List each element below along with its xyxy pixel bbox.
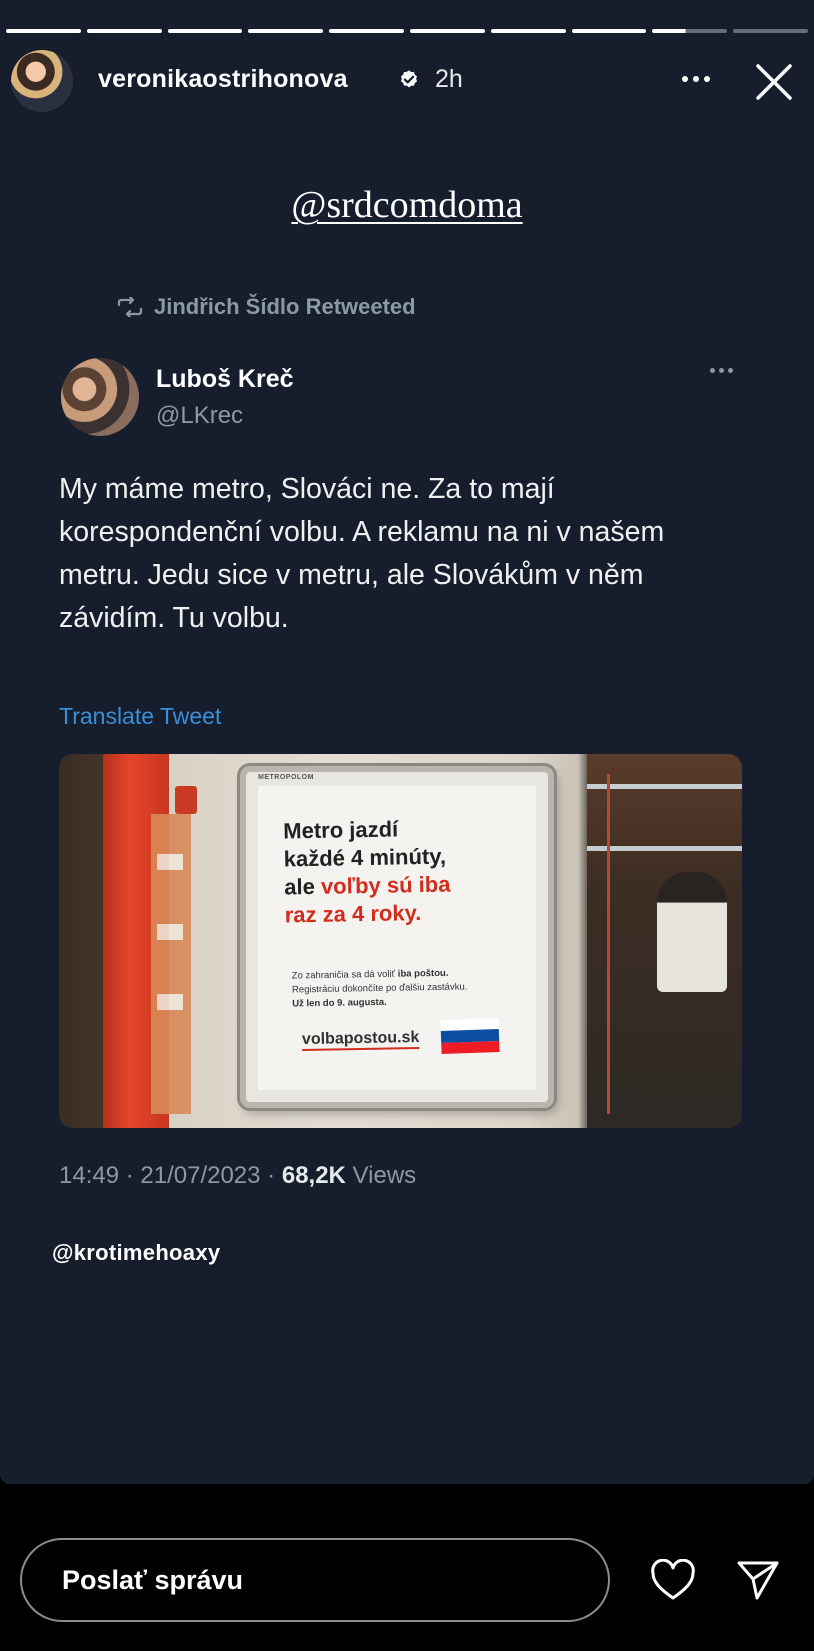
ad-subtext: Zo zahraničia sa dá voliť iba poštou. Re… — [291, 967, 468, 1010]
more-icon[interactable] — [676, 61, 716, 97]
progress-segment — [6, 29, 81, 33]
reply-bar: Poslať správu — [0, 1484, 814, 1651]
tweet-more-icon — [710, 360, 733, 380]
progress-segment — [409, 29, 485, 33]
send-icon[interactable] — [735, 1558, 781, 1602]
verified-badge-icon — [401, 70, 417, 88]
views-label: Views — [345, 1162, 417, 1189]
progress-segment — [652, 29, 728, 33]
close-icon[interactable] — [752, 60, 796, 104]
progress-segment — [571, 29, 647, 33]
progress-segment — [248, 29, 324, 33]
tweet-author-name: Luboš Kreč — [156, 365, 294, 393]
retweet-line: Jindřich Šídlo Retweeted — [116, 290, 416, 324]
tweet-screenshot: Jindřich Šídlo Retweeted Luboš Kreč @LKr… — [58, 290, 758, 1200]
tweet-meta: 14:49 · 21/07/2023 · 68,2K Views — [59, 1162, 416, 1190]
progress-segment — [329, 29, 404, 33]
alarm-button — [175, 786, 197, 814]
story-header: veronikaostrihonova 2h — [0, 45, 814, 117]
tweet-author-handle: @LKrec — [156, 402, 244, 429]
metro-panel — [151, 814, 191, 1114]
ad-headline: Metro jazdí každé 4 minúty, ale voľby sú… — [283, 816, 451, 928]
progress-segment — [733, 29, 808, 33]
metro-window — [587, 754, 742, 1128]
progress-segment — [490, 29, 566, 33]
translate-tweet-link: Translate Tweet — [59, 703, 222, 729]
story-card[interactable]: veronikaostrihonova 2h @srdcomdoma Jindř… — [0, 0, 814, 1484]
message-input[interactable]: Poslať správu — [20, 1538, 610, 1622]
progress-segment — [86, 29, 162, 33]
post-time: 2h — [435, 65, 463, 93]
slovak-flag-icon — [440, 1017, 500, 1054]
frame-tag: METROPOLOM — [258, 774, 314, 781]
retweet-icon — [117, 297, 143, 317]
tweet-photo: METROPOLOM Metro jazdí každé 4 minúty, a… — [59, 754, 742, 1128]
tweet-author-avatar — [61, 358, 139, 436]
mention-sticker-bottom[interactable]: @krotimehoaxy — [52, 1240, 220, 1266]
progress-segment — [167, 29, 243, 33]
tweet-text: My máme metro, Slováci ne. Za to mají ko… — [59, 473, 665, 634]
views-count: 68,2K — [281, 1162, 346, 1189]
story-progress — [6, 29, 808, 33]
tweet-timestamp: 14:49 · 21/07/2023 · — [59, 1162, 282, 1189]
retweeted-by: Jindřich Šídlo Retweeted — [154, 294, 416, 319]
ad-url: volbapostou.sk — [301, 1028, 420, 1052]
mention-sticker-top[interactable]: @srdcomdoma — [0, 183, 814, 227]
heart-icon[interactable] — [650, 1559, 696, 1601]
mention-text[interactable]: @srdcomdoma — [291, 184, 522, 226]
username[interactable]: veronikaostrihonova — [98, 65, 348, 94]
ad-frame: METROPOLOM Metro jazdí každé 4 minúty, a… — [240, 766, 554, 1108]
profile-avatar[interactable] — [11, 50, 73, 112]
